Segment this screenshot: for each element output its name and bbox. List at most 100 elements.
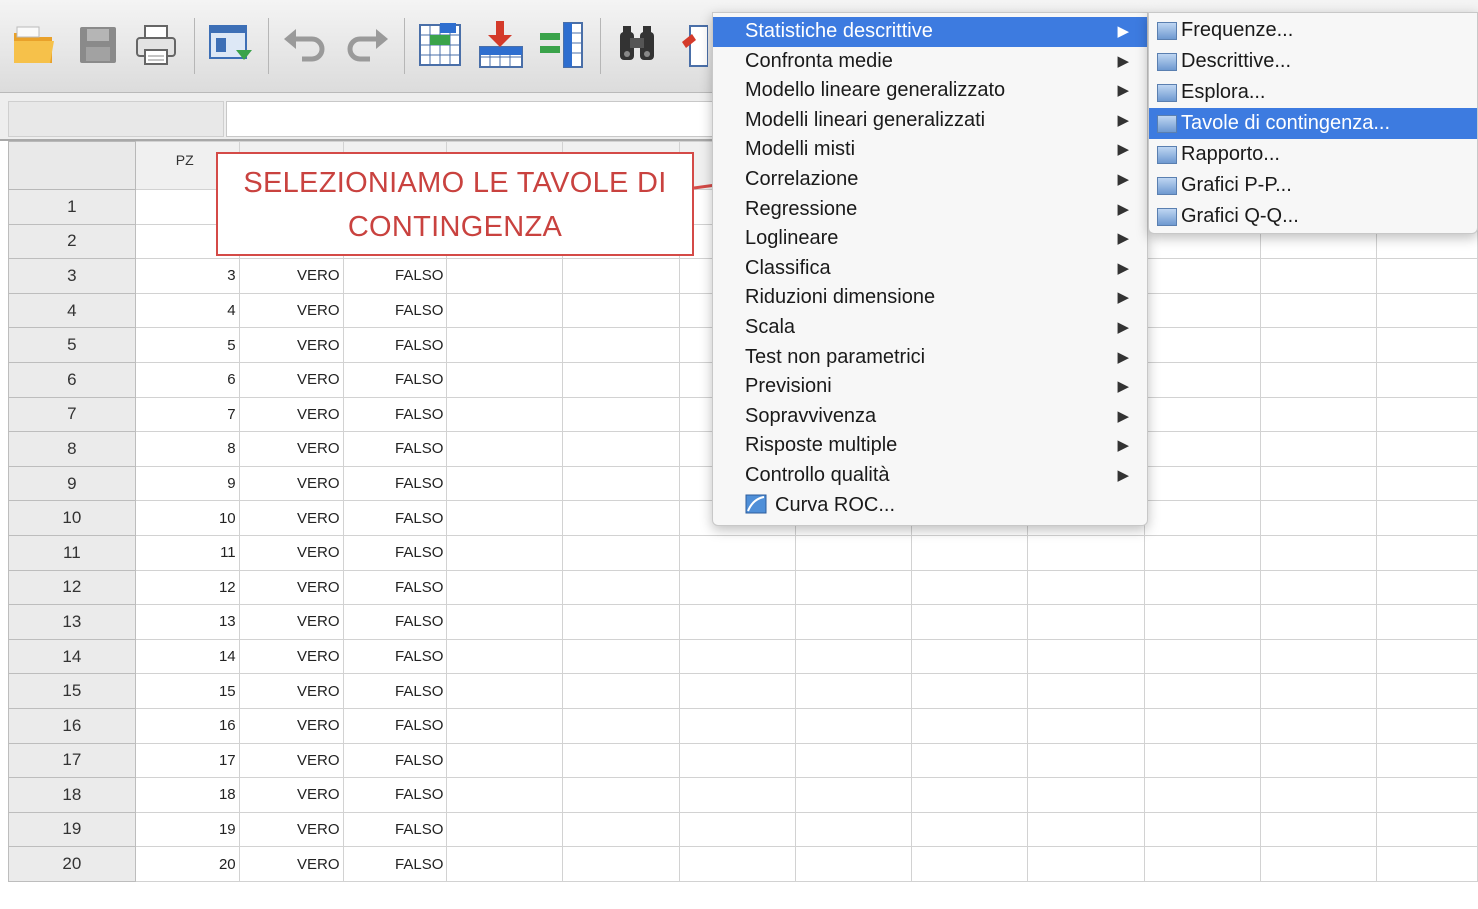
grid-cell[interactable] — [794, 673, 913, 709]
cell-var3[interactable]: FALSO — [342, 604, 448, 640]
open-folder-icon[interactable] — [8, 18, 60, 72]
redo-icon[interactable] — [340, 18, 392, 72]
grid-cell[interactable] — [794, 569, 913, 606]
grid-cell[interactable] — [562, 361, 680, 398]
grid-cell[interactable] — [911, 569, 1028, 606]
row-number[interactable]: 18 — [8, 777, 136, 813]
grid-cell[interactable] — [562, 604, 680, 640]
row-number[interactable]: 13 — [8, 604, 136, 640]
grid-cell[interactable] — [794, 604, 913, 640]
cell-pz[interactable]: 11 — [134, 534, 240, 571]
menu-item[interactable]: Classifica ▶ — [713, 254, 1147, 284]
grid-cell[interactable] — [1026, 604, 1145, 640]
row-number[interactable]: 16 — [8, 707, 136, 744]
cell-name-box[interactable] — [8, 101, 224, 137]
grid-cell[interactable] — [446, 258, 564, 294]
grid-cell[interactable] — [678, 534, 796, 571]
grid-cell[interactable] — [562, 465, 680, 502]
row-number[interactable]: 7 — [8, 396, 136, 433]
grid-cell[interactable] — [562, 258, 680, 294]
grid-cell[interactable] — [446, 742, 564, 779]
grid-cell[interactable] — [1376, 811, 1478, 848]
menu-item[interactable]: Confronta medie ▶ — [713, 47, 1147, 77]
grid-cell[interactable] — [562, 396, 680, 433]
grid-cell[interactable] — [1260, 465, 1378, 502]
cell-var2[interactable]: VERO — [238, 327, 344, 363]
menu-item[interactable]: Regressione ▶ — [713, 195, 1147, 225]
menu-item[interactable]: Statistiche descrittive ▶ — [713, 17, 1147, 47]
grid-cell[interactable] — [1143, 777, 1262, 813]
cell-var3[interactable]: FALSO — [342, 742, 448, 779]
cell-var3[interactable]: FALSO — [342, 500, 448, 536]
grid-cell[interactable] — [1143, 292, 1262, 329]
grid-cell[interactable] — [1376, 846, 1478, 882]
menu-item[interactable]: Risposte multiple ▶ — [713, 431, 1147, 461]
cell-pz[interactable]: 12 — [134, 569, 240, 606]
grid-cell[interactable] — [794, 846, 913, 882]
grid-cell[interactable] — [1376, 569, 1478, 606]
row-number[interactable]: 2 — [8, 223, 136, 260]
grid-cell[interactable] — [911, 604, 1028, 640]
cell-pz[interactable]: 14 — [134, 638, 240, 675]
grid-cell[interactable] — [1026, 811, 1145, 848]
cell-var3[interactable]: FALSO — [342, 431, 448, 467]
cell-var3[interactable]: FALSO — [342, 846, 448, 882]
grid-cell[interactable] — [1143, 811, 1262, 848]
menu-item[interactable]: Loglineare ▶ — [713, 224, 1147, 254]
cell-var3[interactable]: FALSO — [342, 777, 448, 813]
row-number[interactable]: 8 — [8, 431, 136, 467]
grid-cell[interactable] — [1026, 638, 1145, 675]
menu-item[interactable]: Curva ROC... — [713, 491, 1147, 521]
cell-var3[interactable]: FALSO — [342, 465, 448, 502]
grid-cell[interactable] — [1143, 327, 1262, 363]
goto-case-icon[interactable] — [416, 18, 468, 72]
row-number[interactable]: 10 — [8, 500, 136, 536]
grid-cell[interactable] — [794, 811, 913, 848]
grid-cell[interactable] — [446, 846, 564, 882]
grid-cell[interactable] — [1026, 673, 1145, 709]
grid-cell[interactable] — [1376, 742, 1478, 779]
cell-var2[interactable]: VERO — [238, 777, 344, 813]
cell-pz[interactable]: 3 — [134, 258, 240, 294]
grid-cell[interactable] — [1376, 673, 1478, 709]
grid-cell[interactable] — [1260, 361, 1378, 398]
grid-cell[interactable] — [1376, 396, 1478, 433]
cell-pz[interactable]: 7 — [134, 396, 240, 433]
row-number[interactable]: 1 — [8, 189, 136, 225]
cell-pz[interactable]: 19 — [134, 811, 240, 848]
grid-cell[interactable] — [562, 846, 680, 882]
grid-cell[interactable] — [1376, 534, 1478, 571]
cell-var2[interactable]: VERO — [238, 431, 344, 467]
grid-cell[interactable] — [1026, 777, 1145, 813]
save-icon[interactable] — [72, 18, 124, 72]
cell-var2[interactable]: VERO — [238, 361, 344, 398]
grid-cell[interactable] — [1260, 431, 1378, 467]
grid-cell[interactable] — [678, 811, 796, 848]
cell-var3[interactable]: FALSO — [342, 638, 448, 675]
grid-cell[interactable] — [1260, 638, 1378, 675]
grid-cell[interactable] — [446, 500, 564, 536]
row-number[interactable]: 9 — [8, 465, 136, 502]
cell-var3[interactable]: FALSO — [342, 396, 448, 433]
grid-cell[interactable] — [1376, 500, 1478, 536]
grid-cell[interactable] — [562, 327, 680, 363]
cell-pz[interactable]: 18 — [134, 777, 240, 813]
grid-cell[interactable] — [1143, 465, 1262, 502]
grid-cell[interactable] — [911, 742, 1028, 779]
grid-cell[interactable] — [1143, 673, 1262, 709]
grid-cell[interactable] — [1260, 396, 1378, 433]
menu-item[interactable]: Test non parametrici ▶ — [713, 343, 1147, 373]
grid-cell[interactable] — [1143, 569, 1262, 606]
grid-cell[interactable] — [678, 604, 796, 640]
row-number[interactable]: 6 — [8, 361, 136, 398]
grid-cell[interactable] — [1260, 742, 1378, 779]
menu-item[interactable]: Sopravvivenza ▶ — [713, 402, 1147, 432]
variables-icon[interactable] — [536, 18, 588, 72]
row-number[interactable]: 11 — [8, 534, 136, 571]
cell-pz[interactable]: 13 — [134, 604, 240, 640]
grid-cell[interactable] — [794, 638, 913, 675]
row-number[interactable]: 4 — [8, 292, 136, 329]
grid-cell[interactable] — [446, 673, 564, 709]
cell-var2[interactable]: VERO — [238, 465, 344, 502]
cell-pz[interactable]: 9 — [134, 465, 240, 502]
